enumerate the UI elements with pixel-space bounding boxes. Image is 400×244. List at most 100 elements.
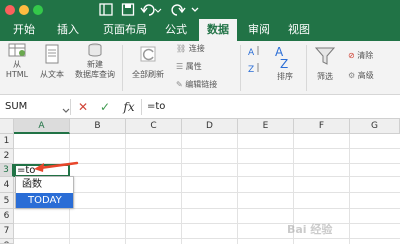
filter-funnel-icon [314,47,336,65]
sort-button[interactable]: AZ 排序 [270,43,300,82]
ribbon-divider [306,45,307,91]
worksheet-grid[interactable]: A B C D E F G 1 2 3 4 5 6 7 8 =to 函数 TOD… [0,119,400,244]
database-query-icon [88,43,102,57]
ribbon: 从 HTML 从文本 新建 数据库查询 全部刷新 ⛓ 连接 ☰ 属性 ✎ 编辑链… [0,41,400,95]
clear-label: 清除 [357,51,374,60]
column-header-c[interactable]: C [126,119,182,134]
zoom-window-button[interactable] [33,5,43,15]
from-text-label: 从文本 [40,70,64,79]
formula-bar-divider [70,99,71,115]
row-header-4[interactable]: 4 [0,177,14,193]
refresh-all-label: 全部刷新 [132,70,164,79]
tab-review[interactable]: 审阅 [243,19,275,41]
advanced-filter-icon: ⚙ [348,71,356,80]
tab-insert[interactable]: 插入 [52,19,84,41]
tab-formulas[interactable]: 公式 [160,19,192,41]
gridline [349,134,350,244]
ribbon-tabs: 开始 插入 页面布局 公式 数据 审阅 视图 [0,19,400,41]
row-header-2[interactable]: 2 [0,149,14,164]
undo-icon[interactable] [140,2,162,17]
column-header-f[interactable]: F [294,119,350,134]
gridline [125,134,126,244]
sort-label: 排序 [277,72,293,81]
gridline [14,223,400,224]
new-query-label-line2: 数据库查询 [75,70,115,79]
gridline [181,134,182,244]
tab-view[interactable]: 视图 [283,19,315,41]
ribbon-divider [122,45,123,91]
properties-icon: ☰ [176,62,184,71]
sort-ascending-icon[interactable]: A [247,44,261,61]
from-html-button[interactable]: 从 HTML [2,43,32,80]
new-database-query-button[interactable]: 新建 数据库查询 [72,43,118,80]
row-header-5[interactable]: 5 [0,193,14,209]
properties-button[interactable]: ☰ 属性 [176,62,202,72]
row-header-1[interactable]: 1 [0,134,14,149]
clear-filter-icon: ⊘ [348,51,355,60]
row-header-8[interactable]: 8 [0,239,14,244]
connections-button[interactable]: ⛓ 连接 [176,44,205,54]
edit-links-icon: ✎ [176,80,183,89]
sidebar-toggle-icon[interactable] [98,2,114,17]
svg-text:Z: Z [280,57,288,69]
annotation-arrow-icon [34,161,79,172]
sort-az-icon: AZ [275,45,288,71]
row-header-6[interactable]: 6 [0,209,14,224]
from-text-button[interactable]: 从文本 [34,43,70,80]
close-window-button[interactable] [5,5,15,15]
title-bar: 开始 插入 页面布局 公式 数据 审阅 视图 [0,0,400,41]
properties-label: 属性 [185,62,202,71]
enter-entry-icon[interactable]: ✓ [98,97,112,117]
row-header-3[interactable]: 3 [0,164,14,177]
autocomplete-header-functions: 函数 [22,179,42,190]
refresh-icon [140,46,156,62]
clear-button[interactable]: ⊘ 清除 [348,51,373,61]
row-header-7[interactable]: 7 [0,224,14,239]
column-header-a[interactable]: A [14,119,70,134]
column-header-d[interactable]: D [182,119,238,134]
gridline [237,134,238,244]
cancel-entry-icon[interactable]: ✕ [76,97,90,117]
from-html-label-line2: HTML [5,70,29,79]
edit-links-label: 编辑链接 [185,80,218,89]
name-box-dropdown-icon[interactable] [62,101,70,113]
filter-button[interactable]: 筛选 [310,43,340,82]
html-table-icon [8,43,26,57]
watermark: Bai 经验 [287,223,333,236]
tab-home[interactable]: 开始 [8,19,40,41]
text-file-icon [45,44,59,64]
gridline [14,238,400,239]
column-header-g[interactable]: G [350,119,400,134]
filter-label: 筛选 [317,72,333,81]
svg-text:A: A [248,48,255,58]
advanced-label: 高级 [357,71,374,80]
formula-input[interactable]: =to [147,97,165,117]
ribbon-divider [240,45,241,91]
connections-label: 连接 [188,44,205,53]
sort-descending-icon[interactable]: Z [247,61,261,78]
new-query-label-line1: 新建 [87,60,103,69]
formula-autocomplete-list: 函数 TODAY [15,176,74,208]
customize-toolbar-icon[interactable] [189,2,201,17]
save-icon[interactable] [120,2,136,17]
autocomplete-item-today[interactable]: TODAY [16,193,73,208]
refresh-all-button[interactable]: 全部刷新 [126,43,170,80]
edit-links-button[interactable]: ✎ 编辑链接 [176,80,217,90]
formula-bar: SUM ✕ ✓ fx =to [0,95,400,119]
column-header-b[interactable]: B [70,119,126,134]
insert-function-icon[interactable]: fx [121,97,137,117]
gridline [14,208,400,209]
svg-text:Z: Z [248,65,254,75]
name-box[interactable]: SUM [3,98,63,115]
minimize-window-button[interactable] [19,5,29,15]
tab-page-layout[interactable]: 页面布局 [96,19,154,41]
connections-icon: ⛓ [176,44,187,53]
select-all-corner[interactable] [0,119,14,134]
from-html-label-line1: 从 [13,60,21,69]
gridline [14,148,400,149]
tab-data[interactable]: 数据 [199,19,237,41]
redo-icon[interactable] [170,2,186,17]
formula-bar-divider [141,99,142,115]
column-header-e[interactable]: E [238,119,294,134]
advanced-button[interactable]: ⚙ 高级 [348,71,374,81]
